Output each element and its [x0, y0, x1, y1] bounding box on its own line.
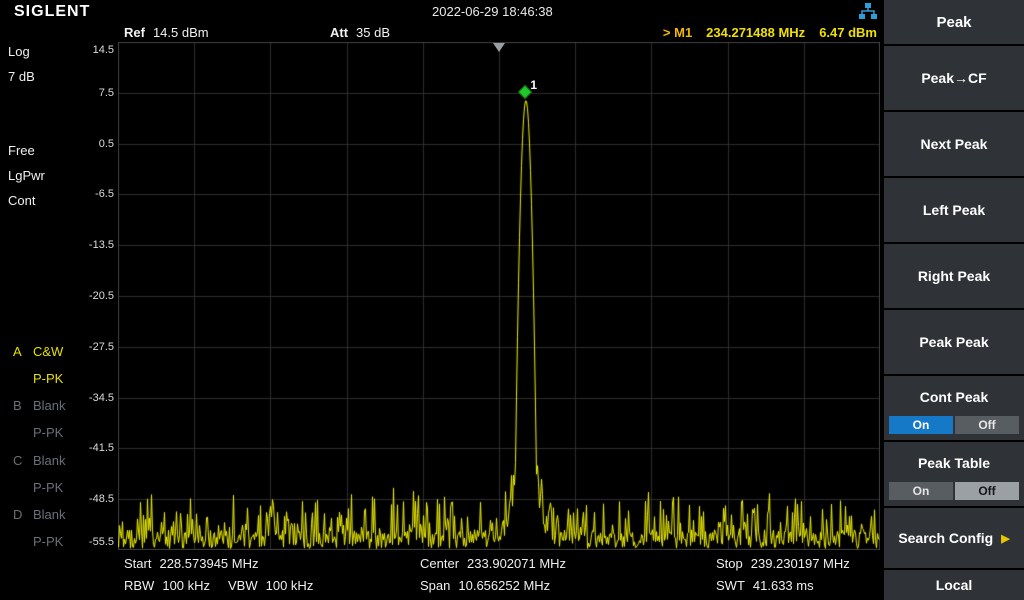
softkey-label: Right Peak	[917, 268, 991, 284]
trace-b-detector: P-PK	[33, 425, 64, 440]
softkey-label: Left Peak	[922, 202, 986, 218]
softkey-next-peak[interactable]: Next Peak	[884, 112, 1024, 176]
stop-frequency: Stop 239.230197 MHz	[716, 556, 850, 571]
marker-readout: > M1 234.271488 MHz 6.47 dBm	[663, 25, 877, 40]
submenu-arrow-icon: ▶	[1001, 532, 1010, 545]
softkey-menu: Peak Peak→CF Next Peak Left Peak Right P…	[884, 0, 1024, 600]
power-mode-label: LgPwr	[8, 168, 45, 183]
swt-label: SWT	[716, 578, 745, 593]
span-label: Span	[420, 578, 451, 593]
stop-value: 239.230197 MHz	[750, 556, 850, 571]
att-value: 35 dB	[356, 25, 391, 40]
trace-b-id: B	[13, 398, 22, 413]
rbw-value: 100 kHz	[162, 578, 211, 593]
scale-type-label: Log	[8, 44, 30, 59]
softkey-label: Peak Table	[917, 455, 991, 471]
softkey-label: Peak→CF	[921, 70, 987, 86]
softkey-peak-to-cf[interactable]: Peak→CF	[884, 46, 1024, 110]
ref-label: Ref	[124, 25, 145, 40]
softkey-label: Peak Peak	[919, 334, 989, 350]
center-label: Center	[420, 556, 460, 571]
softkey-peak-peak[interactable]: Peak Peak	[884, 310, 1024, 374]
marker-id-label: > M1	[662, 25, 693, 40]
span: Span 10.656252 MHz	[420, 578, 550, 593]
att-label: Att	[330, 25, 349, 40]
trace-c-mode: Blank	[33, 453, 66, 468]
menu-title: Peak	[884, 0, 1024, 44]
softkey-label: Cont Peak	[919, 389, 989, 405]
trigger-label: Free	[8, 143, 35, 158]
trace-a-id: A	[13, 344, 22, 359]
y-axis-tick: 0.5	[98, 137, 114, 150]
trace-c-detector: P-PK	[33, 480, 64, 495]
softkey-cont-peak[interactable]: Cont Peak On Off	[884, 376, 1024, 440]
trace-d-detector: P-PK	[33, 534, 64, 549]
brand-logo: SIGLENT	[14, 3, 91, 20]
softkey-right-peak[interactable]: Right Peak	[884, 244, 1024, 308]
start-value: 228.573945 MHz	[159, 556, 259, 571]
swt-value: 41.633 ms	[752, 578, 814, 593]
y-axis-tick: 14.5	[92, 44, 114, 56]
trace-b-mode: Blank	[33, 398, 66, 413]
trace-d-mode: Blank	[33, 507, 66, 522]
y-axis-tick: -48.5	[88, 493, 114, 506]
vbw-value: 100 kHz	[265, 578, 314, 593]
cont-peak-off-option[interactable]: Off	[955, 416, 1019, 434]
peak-table-toggle: On Off	[889, 482, 1019, 500]
cont-peak-on-option[interactable]: On	[889, 416, 953, 434]
attenuation: Att 35 dB	[330, 25, 390, 40]
y-axis-tick: -41.5	[88, 442, 114, 455]
y-axis-tick: -13.5	[88, 239, 114, 252]
y-axis-tick: 7.5	[98, 86, 114, 99]
network-icon	[859, 3, 877, 19]
rbw-label: RBW	[124, 578, 155, 593]
softkey-label: Search Config	[898, 530, 994, 546]
start-label: Start	[124, 556, 152, 571]
vbw-label: VBW	[228, 578, 258, 593]
y-axis-tick: -6.5	[95, 188, 114, 201]
y-axis-tick: -34.5	[88, 391, 114, 404]
stop-label: Stop	[716, 556, 743, 571]
center-frequency: Center 233.902071 MHz	[420, 556, 566, 571]
ref-level: Ref 14.5 dBm	[124, 25, 209, 40]
center-freq-marker-icon	[493, 43, 505, 52]
marker-1-label: 1	[530, 78, 538, 93]
marker-frequency: 234.271488 MHz	[706, 25, 806, 40]
trace-d-id: D	[13, 507, 23, 522]
softkey-left-peak[interactable]: Left Peak	[884, 178, 1024, 242]
start-frequency: Start 228.573945 MHz	[124, 556, 258, 571]
y-axis-tick: -55.5	[88, 536, 114, 548]
ref-value: 14.5 dBm	[152, 25, 209, 40]
softkey-label: Next Peak	[920, 136, 988, 152]
trace-a-detector: P-PK	[33, 371, 64, 386]
vbw: VBW 100 kHz	[228, 578, 313, 593]
rbw: RBW 100 kHz	[124, 578, 210, 593]
y-axis-tick: -20.5	[88, 290, 114, 302]
center-value: 233.902071 MHz	[467, 556, 567, 571]
peak-table-off-option[interactable]: Off	[955, 482, 1019, 500]
analyzer-screen: SIGLENT 2022-06-29 18:46:38 Ref 14.5 dBm …	[0, 0, 1024, 600]
peak-table-on-option[interactable]: On	[889, 482, 953, 500]
softkey-peak-table[interactable]: Peak Table On Off	[884, 442, 1024, 506]
softkey-search-config[interactable]: Search Config ▶	[884, 508, 1024, 568]
trace-a-mode: C&W	[33, 344, 64, 359]
sweep-mode-label: Cont	[8, 193, 36, 208]
trace-c-id: C	[13, 453, 23, 468]
cont-peak-toggle: On Off	[889, 416, 1019, 434]
marker-amplitude: 6.47 dBm	[819, 25, 877, 40]
local-button[interactable]: Local	[884, 570, 1024, 600]
span-value: 10.656252 MHz	[458, 578, 551, 593]
local-label: Local	[935, 577, 973, 593]
datetime: 2022-06-29 18:46:38	[432, 4, 553, 19]
y-axis-tick: -27.5	[88, 340, 114, 353]
sweep-time: SWT 41.633 ms	[716, 578, 814, 593]
spectrum-display	[118, 42, 880, 550]
scale-div-label: 7 dB	[8, 69, 35, 84]
